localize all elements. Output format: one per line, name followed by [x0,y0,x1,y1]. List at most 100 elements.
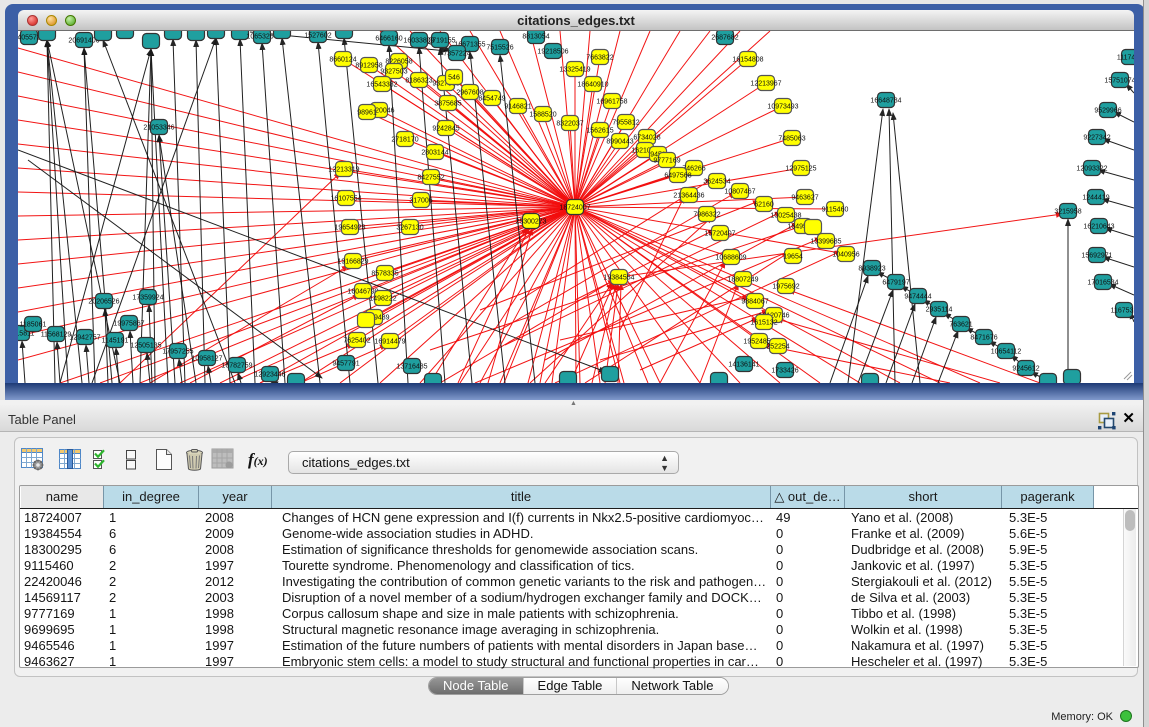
svg-text:1040956: 1040956 [832,252,859,259]
svg-text:1588520: 1588520 [529,112,556,119]
svg-text:7515526: 7515526 [486,45,513,52]
svg-text:1527602: 1527602 [304,33,331,40]
svg-text:12975125: 12975125 [785,166,816,173]
svg-text:9777169: 9777169 [653,158,680,165]
svg-text:17016534: 17016534 [1087,280,1118,287]
svg-text:8813054: 8813054 [522,34,549,41]
svg-text:8471676: 8471676 [970,335,997,342]
svg-text:9327503: 9327503 [380,69,407,76]
svg-text:3267130: 3267130 [396,225,423,232]
svg-text:19654: 19654 [783,254,803,261]
svg-text:98961: 98961 [357,110,377,117]
svg-text:12505135: 12505135 [130,343,161,350]
svg-text:1615132: 1615132 [750,320,777,327]
svg-text:21053346: 21053346 [143,125,174,132]
svg-text:9245612: 9245612 [1012,366,1039,373]
svg-text:16210643: 16210643 [1083,224,1114,231]
svg-text:8186323: 8186323 [405,78,432,85]
svg-text:1244419: 1244419 [1082,195,1109,202]
svg-text:16107554: 16107554 [330,196,361,203]
svg-text:12942757: 12942757 [69,335,100,342]
svg-text:9529966: 9529966 [1094,108,1121,115]
svg-text:16914479: 16914479 [374,339,405,346]
svg-text:25300273: 25300273 [515,219,546,226]
svg-text:9474444: 9474444 [904,294,931,301]
svg-text:8990443: 8990443 [606,139,633,146]
svg-text:8912958: 8912958 [355,63,382,70]
svg-text:6466160: 6466160 [375,36,402,43]
svg-text:6734028: 6734028 [633,135,660,142]
svg-text:18807249: 18807249 [727,277,758,284]
svg-text:12923446: 12923446 [254,372,285,379]
svg-text:7955812: 7955812 [612,120,639,127]
svg-text:10958127: 10958127 [191,356,222,363]
svg-text:15720407: 15720407 [704,231,735,238]
svg-text:3875685: 3875685 [434,101,461,108]
svg-text:10973493: 10973493 [767,104,798,111]
svg-text:8578335: 8578335 [371,271,398,278]
svg-text:2967608: 2967608 [456,90,483,97]
svg-text:19166829: 19166829 [337,259,368,266]
svg-text:7625402: 7625402 [343,338,370,345]
svg-text:1975692: 1975692 [772,284,799,291]
svg-text:10399685: 10399685 [810,239,841,246]
svg-text:3624534: 3624534 [703,179,730,186]
svg-text:15692971: 15692971 [1081,253,1112,260]
svg-text:1145191: 1145191 [102,338,129,345]
svg-text:16648784: 16648784 [870,98,901,105]
svg-text:1498222: 1498222 [369,296,396,303]
svg-text:9227342: 9227342 [1083,135,1110,142]
svg-text:19975867: 19975867 [113,321,144,328]
svg-text:62160: 62160 [754,202,774,209]
svg-text:6497568: 6497568 [664,173,691,180]
svg-text:17957255: 17957255 [162,349,193,356]
svg-text:10654112: 10654112 [991,349,1022,356]
svg-text:16154808: 16154808 [732,57,763,64]
svg-text:19218506: 19218506 [537,49,568,56]
svg-text:7357224: 7357224 [443,51,470,58]
svg-text:9457791: 9457791 [332,361,359,368]
svg-text:1185061: 1185061 [20,322,47,329]
svg-text:20206526: 20206526 [88,299,119,306]
svg-text:546: 546 [448,75,460,82]
svg-text:9242845: 9242845 [432,126,459,133]
svg-text:8427552: 8427552 [417,175,444,182]
svg-text:2718170: 2718170 [391,137,418,144]
svg-text:2803144: 2803144 [421,150,448,157]
svg-text:1733426: 1733426 [771,368,798,375]
svg-text:12093322: 12093322 [1076,166,1107,173]
svg-text:16543382: 16543382 [366,82,397,89]
svg-text:10807467: 10807467 [724,189,755,196]
svg-text:763621: 763621 [949,322,972,329]
svg-text:18640910: 18640910 [577,82,608,89]
svg-text:9884067: 9884067 [741,299,768,306]
svg-text:8454749: 8454749 [478,96,505,103]
svg-text:15751074: 15751074 [1104,78,1134,85]
svg-text:1167532: 1167532 [1111,308,1134,315]
svg-text:13716485: 13716485 [396,364,427,371]
svg-text:13325419: 13325419 [559,67,590,74]
svg-text:252254: 252254 [766,344,789,351]
svg-text:16033809: 16033809 [403,38,434,45]
svg-text:14136141: 14136141 [728,362,759,369]
svg-text:21364436: 21364436 [673,193,704,200]
svg-text:7663822: 7663822 [586,55,613,62]
svg-text:317006: 317006 [409,198,432,205]
svg-text:18724007: 18724007 [559,205,590,212]
svg-text:9146821: 9146821 [504,104,531,111]
svg-text:8938923: 8938923 [858,266,885,273]
svg-text:1117439: 1117439 [1117,55,1134,62]
svg-text:7485063: 7485063 [778,136,805,143]
svg-text:16961758: 16961758 [596,99,627,106]
svg-text:10688609: 10688609 [715,255,746,262]
svg-text:1562615: 1562615 [586,128,613,135]
svg-text:19384554: 19384554 [603,275,634,282]
svg-text:2687682: 2687682 [711,35,738,42]
svg-text:16782759: 16782759 [221,363,252,370]
svg-text:8660124: 8660124 [329,57,356,64]
svg-text:9115460: 9115460 [822,207,849,214]
svg-text:12213319: 12213319 [328,167,359,174]
svg-text:12213967: 12213967 [750,81,781,88]
svg-text:17359924: 17359924 [132,295,163,302]
svg-text:3215958: 3215958 [1054,209,1081,216]
